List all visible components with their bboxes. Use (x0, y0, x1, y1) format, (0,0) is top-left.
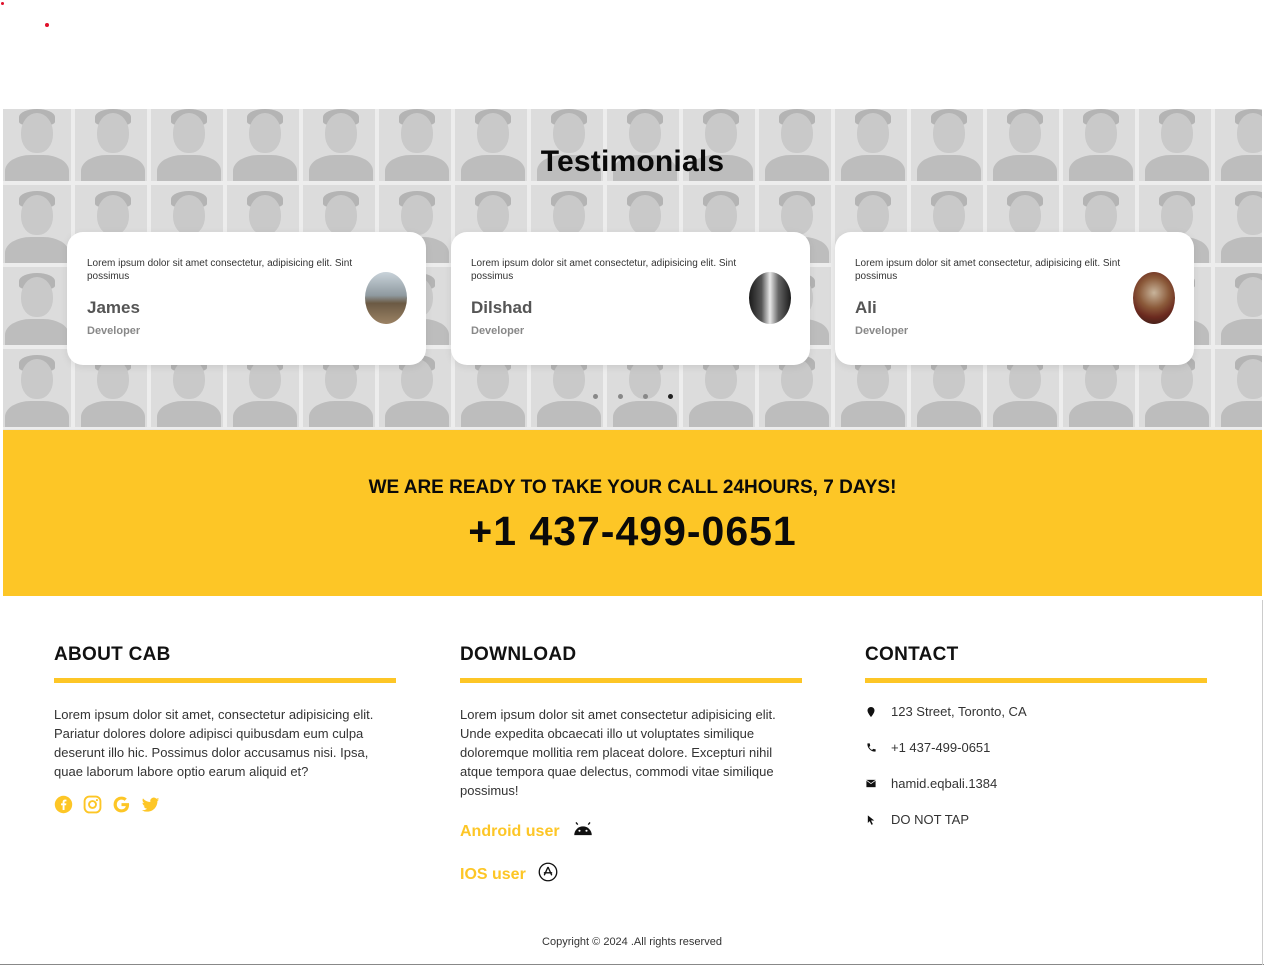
call-tagline: WE ARE READY TO TAKE YOUR CALL 24HOURS, … (368, 477, 897, 498)
contact-address: 123 Street, Toronto, CA (865, 704, 1207, 719)
about-underline (54, 678, 396, 683)
social-links (54, 795, 396, 814)
instagram-icon[interactable] (83, 795, 102, 814)
android-label: Android user (460, 822, 560, 840)
testimonial-card: Lorem ipsum dolor sit amet consectetur, … (67, 232, 426, 365)
testimonial-role: Developer (471, 325, 525, 337)
call-phone-number[interactable]: +1 437-499-0651 (3, 508, 1262, 555)
footer-about: ABOUT CAB Lorem ipsum dolor sit amet, co… (54, 644, 396, 814)
contact-email[interactable]: hamid.eqbali.1384 (865, 776, 1207, 791)
avatar (1133, 272, 1175, 324)
testimonial-card: Lorem ipsum dolor sit amet consectetur, … (835, 232, 1194, 365)
mail-icon (865, 777, 877, 791)
avatar (749, 272, 791, 324)
app-store-icon (538, 862, 558, 887)
contact-title: CONTACT (865, 644, 959, 665)
google-icon[interactable] (112, 795, 131, 814)
call-banner: WE ARE READY TO TAKE YOUR CALL 24HOURS, … (3, 430, 1262, 596)
copyright: Copyright © 2024 .All rights reserved (542, 936, 722, 948)
face-photo-tile (1213, 347, 1262, 429)
face-photo-tile (1213, 183, 1262, 265)
red-dot-marker (1, 2, 4, 5)
android-download-link[interactable]: Android user (460, 822, 802, 841)
download-underline (460, 678, 802, 683)
testimonial-quote: Lorem ipsum dolor sit amet consectetur, … (855, 258, 1121, 282)
testimonial-role: Developer (87, 325, 141, 337)
about-text: Lorem ipsum dolor sit amet, consectetur … (54, 707, 374, 779)
android-icon (572, 822, 594, 841)
face-photo-tile (3, 265, 73, 347)
avatar (365, 272, 407, 324)
testimonial-name: Dilshad (471, 298, 533, 317)
face-photo-tile (1213, 265, 1262, 347)
location-pin-icon (865, 705, 877, 719)
carousel-dot[interactable] (593, 394, 598, 399)
testimonial-name: James (87, 298, 140, 317)
contact-phone[interactable]: +1 437-499-0651 (865, 740, 1207, 755)
face-photo-tile (3, 183, 73, 265)
testimonials-section: Testimonials Lorem ipsum dolor sit amet … (3, 109, 1262, 430)
testimonial-quote: Lorem ipsum dolor sit amet consectetur, … (87, 258, 353, 282)
twitter-icon[interactable] (141, 795, 160, 814)
contact-tap[interactable]: DO NOT TAP (865, 812, 1207, 827)
email-text: hamid.eqbali.1384 (891, 776, 998, 791)
contact-underline (865, 678, 1207, 683)
right-divider (1262, 600, 1263, 965)
footer-download: DOWNLOAD Lorem ipsum dolor sit amet cons… (460, 644, 802, 887)
testimonial-quote: Lorem ipsum dolor sit amet consectetur, … (471, 258, 737, 282)
ios-label: IOS user (460, 865, 526, 883)
cursor-icon (865, 813, 877, 827)
carousel-dots (593, 394, 673, 399)
facebook-icon[interactable] (54, 795, 73, 814)
red-dot-marker (45, 23, 49, 27)
address-text: 123 Street, Toronto, CA (891, 704, 1027, 719)
face-photo-tile (3, 347, 73, 429)
testimonial-role: Developer (855, 325, 909, 337)
tap-text: DO NOT TAP (891, 812, 970, 827)
contact-phone-text: +1 437-499-0651 (891, 740, 991, 755)
ios-download-link[interactable]: IOS user (460, 862, 802, 887)
carousel-dot[interactable] (618, 394, 623, 399)
carousel-dot[interactable] (668, 394, 673, 399)
testimonial-name: Ali (855, 298, 877, 317)
footer-contact: CONTACT 123 Street, Toronto, CA +1 437-4… (865, 644, 1207, 827)
contact-list: 123 Street, Toronto, CA +1 437-499-0651 … (865, 704, 1207, 827)
phone-icon (865, 741, 877, 755)
download-text: Lorem ipsum dolor sit amet consectetur a… (460, 707, 776, 798)
about-title: ABOUT CAB (54, 644, 171, 665)
carousel-dot[interactable] (643, 394, 648, 399)
download-title: DOWNLOAD (460, 644, 577, 665)
testimonials-title: Testimonials (540, 145, 725, 178)
testimonial-card: Lorem ipsum dolor sit amet consectetur, … (451, 232, 810, 365)
